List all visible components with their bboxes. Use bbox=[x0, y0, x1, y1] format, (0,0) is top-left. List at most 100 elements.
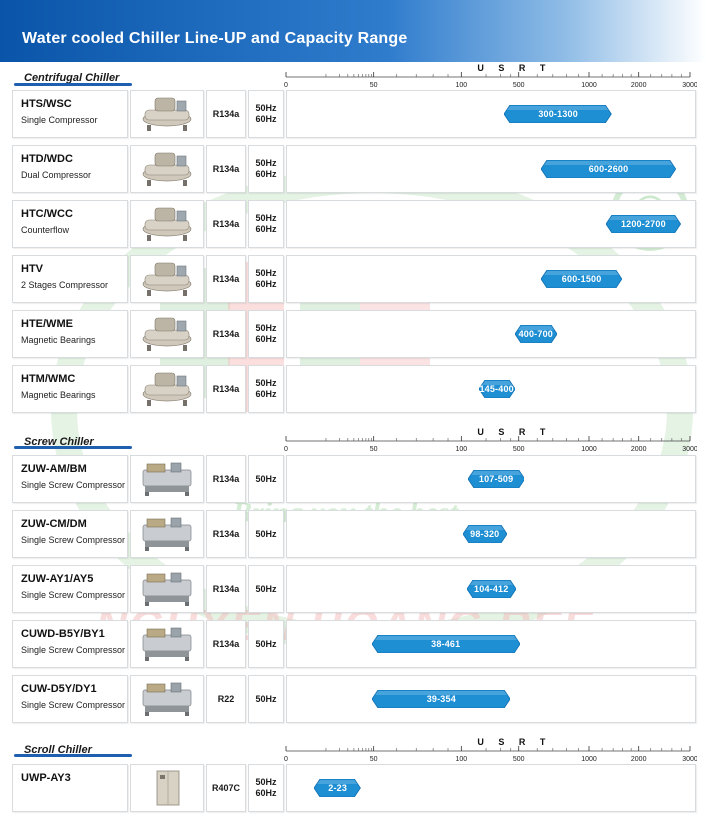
model-cell: HTV 2 Stages Compressor bbox=[12, 255, 128, 303]
refrigerant-label: R134a bbox=[212, 528, 240, 539]
frequency-label: 60Hz bbox=[255, 389, 277, 399]
frequency-label: 50Hz bbox=[255, 323, 277, 333]
capacity-range-bar: 98-320 bbox=[462, 525, 507, 543]
section-underline bbox=[14, 754, 132, 757]
section-underline bbox=[14, 83, 132, 86]
axis-tick-label: 0 bbox=[284, 756, 288, 763]
model-description: Single Screw Compressor bbox=[21, 590, 126, 600]
frequency-label: 50Hz bbox=[255, 268, 277, 278]
model-name: CUWD-B5Y/BY1 bbox=[21, 628, 105, 640]
capacity-range-label: 38-461 bbox=[431, 639, 461, 649]
axis-tick-label: 100 bbox=[455, 82, 467, 89]
axis-tick-label: 3000 bbox=[682, 756, 697, 763]
model-name: ZUW-AM/BM bbox=[21, 463, 87, 475]
page: ®Bring you the bestNGUYEN HOANG REE Wate… bbox=[0, 0, 706, 820]
model-description: Single Screw Compressor bbox=[21, 645, 126, 655]
frequency-cell: 50Hz bbox=[248, 620, 284, 668]
axis-tick-label: 1000 bbox=[581, 756, 597, 763]
axis-tick-label: 2000 bbox=[631, 756, 647, 763]
capacity-range-label: 104-412 bbox=[474, 584, 509, 594]
axis-tick-label: 100 bbox=[455, 446, 467, 453]
table-row: HTD/WDC Dual Compressor R134a 50Hz 60Hz 600-2… bbox=[12, 145, 696, 193]
refrigerant-cell: R22 bbox=[206, 675, 246, 723]
product-image-cell bbox=[130, 310, 204, 358]
model-cell: HTE/WME Magnetic Bearings bbox=[12, 310, 128, 358]
model-cell: CUW-D5Y/DY1 Single Screw Compressor bbox=[12, 675, 128, 723]
model-description: Dual Compressor bbox=[21, 170, 92, 180]
axis-tick-label: 1000 bbox=[581, 446, 597, 453]
refrigerant-cell: R134a bbox=[206, 90, 246, 138]
capacity-range-label: 107-509 bbox=[478, 474, 514, 484]
page-title: Water cooled Chiller Line-UP and Capacit… bbox=[22, 30, 408, 47]
frequency-label: 60Hz bbox=[255, 114, 277, 124]
refrigerant-label: R134a bbox=[212, 163, 240, 174]
capacity-bar-cell: 600-1500 bbox=[286, 255, 696, 303]
capacity-axis: U S R T 0 50 100 500 1000 2000 3000 bbox=[284, 427, 697, 453]
capacity-range-label: 2-23 bbox=[328, 783, 348, 793]
frequency-cell: 50Hz 60Hz bbox=[248, 145, 284, 193]
capacity-bar-cell: 107-509 bbox=[286, 455, 696, 503]
frequency-label: 50Hz bbox=[255, 378, 277, 388]
frequency-cell: 50Hz 60Hz bbox=[248, 764, 284, 812]
axis-tick-label: 3000 bbox=[682, 82, 697, 89]
capacity-range-label: 98-320 bbox=[470, 529, 500, 539]
frequency-cell: 50Hz bbox=[248, 510, 284, 558]
capacity-range-bar: 300-1300 bbox=[504, 105, 612, 123]
table-row: HTM/WMC Magnetic Bearings R134a 50Hz 60Hz 145… bbox=[12, 365, 696, 413]
frequency-label: 50Hz bbox=[255, 473, 277, 484]
refrigerant-label: R134a bbox=[212, 383, 240, 394]
dual-centrifugal-chiller-icon bbox=[142, 152, 192, 186]
table-row: ZUW-CM/DM Single Screw Compressor R134a 50H… bbox=[12, 510, 696, 558]
model-cell: ZUW-AM/BM Single Screw Compressor bbox=[12, 455, 128, 503]
capacity-bar-cell: 300-1300 bbox=[286, 90, 696, 138]
refrigerant-label: R134a bbox=[212, 328, 240, 339]
refrigerant-label: R134a bbox=[212, 108, 240, 119]
counterflow-chiller-icon bbox=[142, 207, 192, 241]
model-name: HTV bbox=[21, 263, 43, 275]
model-name: ZUW-CM/DM bbox=[21, 518, 87, 530]
screw-chiller-icon bbox=[142, 517, 192, 551]
refrigerant-label: R134a bbox=[212, 473, 240, 484]
frequency-cell: 50Hz 60Hz bbox=[248, 310, 284, 358]
capacity-range-label: 145-400 bbox=[479, 384, 514, 394]
capacity-range-label: 1200-2700 bbox=[620, 219, 666, 229]
model-name: HTM/WMC bbox=[21, 373, 76, 385]
table-row: HTV 2 Stages Compressor R134a 50Hz 60Hz 600-1… bbox=[12, 255, 696, 303]
product-image-cell bbox=[130, 255, 204, 303]
model-cell: HTS/WSC Single Compressor bbox=[12, 90, 128, 138]
frequency-label: 50Hz bbox=[255, 638, 277, 649]
capacity-range-bar: 2-23 bbox=[314, 779, 361, 797]
frequency-cell: 50Hz 60Hz bbox=[248, 90, 284, 138]
axis-tick-label: 50 bbox=[370, 82, 378, 89]
model-name: ZUW-AY1/AY5 bbox=[21, 573, 94, 585]
capacity-bar-cell: 600-2600 bbox=[286, 145, 696, 193]
refrigerant-cell: R134a bbox=[206, 620, 246, 668]
axis-tick-label: 500 bbox=[513, 446, 525, 453]
frequency-label: 50Hz bbox=[255, 693, 277, 704]
capacity-range-label: 39-354 bbox=[426, 694, 456, 704]
screw-chiller-icon bbox=[142, 572, 192, 606]
capacity-range-bar: 107-509 bbox=[467, 470, 525, 488]
axis-tick-label: 0 bbox=[284, 82, 288, 89]
axis-tick-label: 50 bbox=[370, 756, 378, 763]
section-underline bbox=[14, 446, 132, 449]
refrigerant-cell: R134a bbox=[206, 145, 246, 193]
refrigerant-cell: R134a bbox=[206, 565, 246, 613]
product-image-cell bbox=[130, 675, 204, 723]
product-image-cell bbox=[130, 365, 204, 413]
axis-title: U S R T bbox=[477, 427, 551, 437]
scroll-chiller-cabinet-icon bbox=[156, 770, 180, 806]
capacity-range-bar: 38-461 bbox=[371, 635, 520, 653]
frequency-label: 60Hz bbox=[255, 279, 277, 289]
frequency-cell: 50Hz 60Hz bbox=[248, 255, 284, 303]
product-image-cell bbox=[130, 145, 204, 193]
model-cell: CUWD-B5Y/BY1 Single Screw Compressor bbox=[12, 620, 128, 668]
product-image-cell bbox=[130, 90, 204, 138]
centrifugal-chiller-icon bbox=[142, 97, 192, 131]
product-image-cell bbox=[130, 620, 204, 668]
frequency-label: 50Hz bbox=[255, 528, 277, 539]
model-description: Single Screw Compressor bbox=[21, 480, 126, 490]
table-row: HTS/WSC Single Compressor R134a 50Hz 60Hz 300… bbox=[12, 90, 696, 138]
table-row: UWP-AY3 R407C 50Hz 60Hz 2-23 bbox=[12, 764, 696, 812]
capacity-range-bar: 600-1500 bbox=[541, 270, 623, 288]
